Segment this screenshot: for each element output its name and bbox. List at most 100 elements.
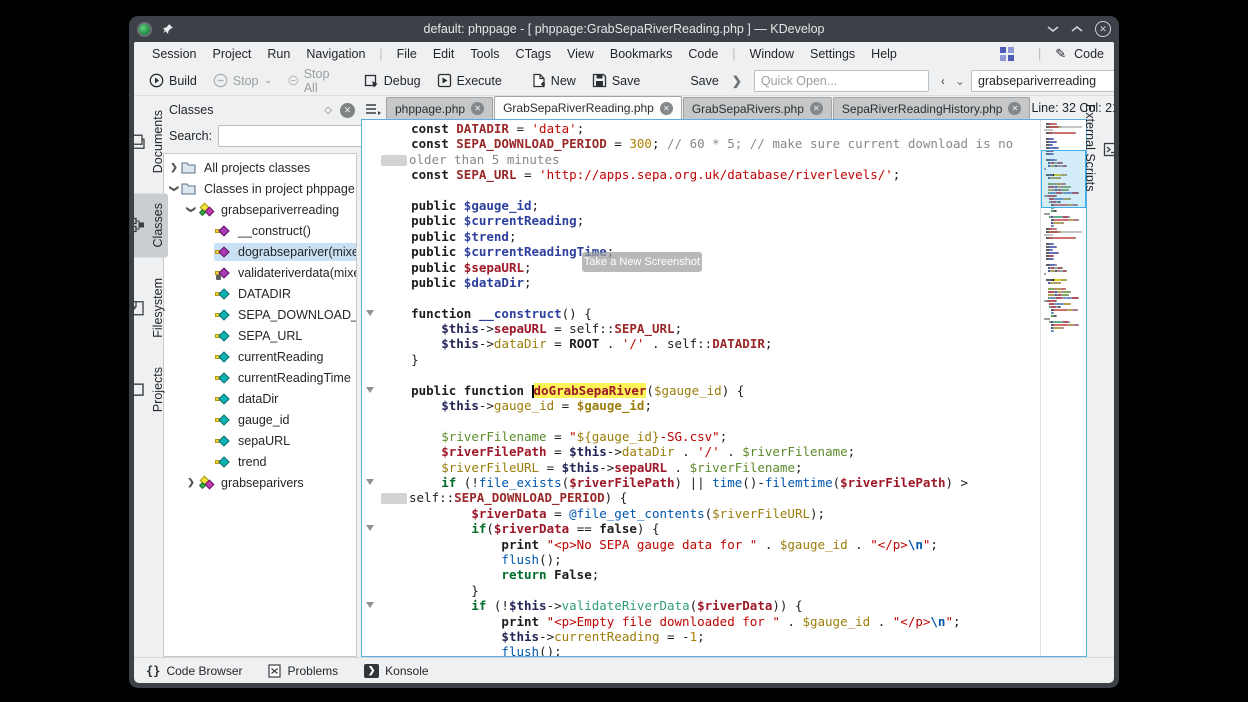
tree-item-grabsepariverreading[interactable]: ❯grabsepariverreading [164,199,356,220]
editor-tab-separiverreadinghistory-php[interactable]: SepaRiverReadingHistory.php✕ [833,97,1031,119]
fold-arrow-icon[interactable] [366,310,374,316]
variable-icon [215,287,233,301]
execute-button[interactable]: Execute [430,70,509,91]
code-line: if($riverData == false) { [381,521,1040,536]
konsole-button[interactable]: ❯ Konsole [364,664,428,678]
tree-item-grabseparivers[interactable]: ❯grabseparivers [164,472,356,493]
toolbar-overflow-chevron[interactable]: ❯ [728,74,746,88]
folder-icon [181,182,199,196]
minimap-line [1044,303,1084,305]
tree-item-currentreadingtime[interactable]: currentReadingTime [164,367,356,388]
method-icon [215,224,233,238]
tree-item-sepa-url[interactable]: SEPA_URL [164,325,356,346]
minimap-line [1044,144,1084,146]
menu-item-window[interactable]: Window [742,45,802,63]
tree-item--construct-[interactable]: __construct() [164,220,356,241]
variable-icon [215,392,233,406]
menu-item-file[interactable]: File [389,45,425,63]
titlebar[interactable]: default: phppage - [ phppage:GrabSepaRiv… [129,16,1119,42]
minimap-viewport[interactable] [1041,150,1086,208]
tree-item-label: __construct() [236,223,315,239]
pin-icon[interactable] [162,23,174,35]
folder-icon [181,161,199,175]
quick-open-input[interactable] [754,70,929,92]
debug-button[interactable]: Debug [357,70,428,91]
fold-arrow-icon[interactable] [366,479,374,485]
tree-item-currentreading[interactable]: currentReading [164,346,356,367]
tree-item-datadir[interactable]: dataDir [164,388,356,409]
menu-item-settings[interactable]: Settings [802,45,863,63]
fold-arrow-icon[interactable] [366,387,374,393]
tree-item-sepaurl[interactable]: sepaURL [164,430,356,451]
tree-item-gauge-id[interactable]: gauge_id [164,409,356,430]
document-list-icon[interactable] [363,103,386,119]
close-button[interactable]: ✕ [1095,21,1111,37]
tree-item-classes-in-project-phppage[interactable]: ❯Classes in project phppage [164,178,356,199]
menu-item-run[interactable]: Run [259,45,298,63]
menu-item-ctags[interactable]: CTags [508,45,559,63]
tree-item-datadir[interactable]: DATADIR [164,283,356,304]
minimap[interactable] [1040,120,1086,656]
dock-tab-classes[interactable]: Classes [134,193,168,257]
minimap-line [1044,135,1084,137]
editor-tab-phppage-php[interactable]: phppage.php✕ [386,97,493,119]
minimap-line [1044,255,1084,257]
code-line: flush(); [381,552,1040,567]
dock-tab-projects[interactable]: Projects [134,357,168,422]
area-code-button[interactable]: Code [1074,47,1104,61]
minimize-button[interactable] [1047,25,1059,33]
minimap-line [1044,291,1084,293]
tree-item-all-projects-classes[interactable]: ❯All projects classes [164,157,356,178]
tree-item-sepa-download-period[interactable]: SEPA_DOWNLOAD_PERIOD [164,304,356,325]
minimap-line [1044,315,1084,317]
menu-item-code[interactable]: Code [680,45,726,63]
code-editor[interactable]: const DATADIR = 'data'; const SEPA_DOWNL… [362,120,1040,656]
build-button[interactable]: Build [142,70,204,91]
dock-tab-filesystem[interactable]: Filesystem [134,268,168,348]
fold-gutter[interactable] [362,120,381,656]
tab-label: GrabSepaRiverReading.php [503,101,654,115]
menu-item-edit[interactable]: Edit [425,45,463,63]
menu-item-tools[interactable]: Tools [462,45,507,63]
tab-close-icon[interactable]: ✕ [471,102,484,115]
editor-tab-grabseparivers-php[interactable]: GrabSepaRivers.php✕ [683,97,832,119]
expander-icon[interactable]: ❯ [186,204,197,216]
search-dropdown-chevron[interactable]: ⌄ [951,74,969,88]
expander-icon[interactable]: ❯ [168,162,180,173]
menu-item-view[interactable]: View [559,45,602,63]
tree-item-trend[interactable]: trend [164,451,356,472]
toolbar-search-input[interactable] [971,70,1114,92]
area-switcher-icon[interactable] [1000,47,1014,61]
expander-icon[interactable]: ❯ [185,477,197,488]
minimap-line [1044,309,1084,311]
search-prev-button[interactable]: ‹ [937,74,949,88]
minimap-line [1044,126,1084,128]
editor-tab-grabsepariverreading-php[interactable]: GrabSepaRiverReading.php ✕ [494,96,682,119]
fold-arrow-icon[interactable] [366,525,374,531]
menu-item-bookmarks[interactable]: Bookmarks [602,45,681,63]
menu-item-session[interactable]: Session [144,45,204,63]
menu-item-project[interactable]: Project [204,45,259,63]
code-line: public $sepaURL; [381,260,1040,275]
panel-float-icon[interactable]: ◇ [324,105,332,116]
expander-icon[interactable]: ❯ [169,183,180,195]
tree-item-validateriverdata-mixed-[interactable]: validateriverdata(mixed) [164,262,356,283]
tab-close-icon[interactable]: ✕ [1008,102,1021,115]
fold-arrow-icon[interactable] [366,602,374,608]
maximize-button[interactable] [1071,25,1083,33]
panel-close-icon[interactable]: ✕ [340,103,355,118]
code-line: $this->sepaURL = self::SEPA_URL; [381,321,1040,336]
tree-item-dograbsepariver-mixed-[interactable]: dograbsepariver(mixed) [164,241,356,262]
problems-button[interactable]: Problems [268,664,338,678]
code-line: $this->gauge_id = $gauge_id; [381,398,1040,413]
save-button[interactable]: SaveSave [585,70,726,91]
code-browser-button[interactable]: {} Code Browser [146,664,242,678]
dock-tab-documents[interactable]: Documents [134,100,168,183]
minimap-line [1044,279,1084,281]
tab-close-icon[interactable]: ✕ [660,102,673,115]
new-button[interactable]: New [525,70,583,91]
tab-close-icon[interactable]: ✕ [810,102,823,115]
minimap-line [1044,234,1084,236]
menu-item-help[interactable]: Help [863,45,905,63]
menu-item-navigation[interactable]: Navigation [298,45,373,63]
